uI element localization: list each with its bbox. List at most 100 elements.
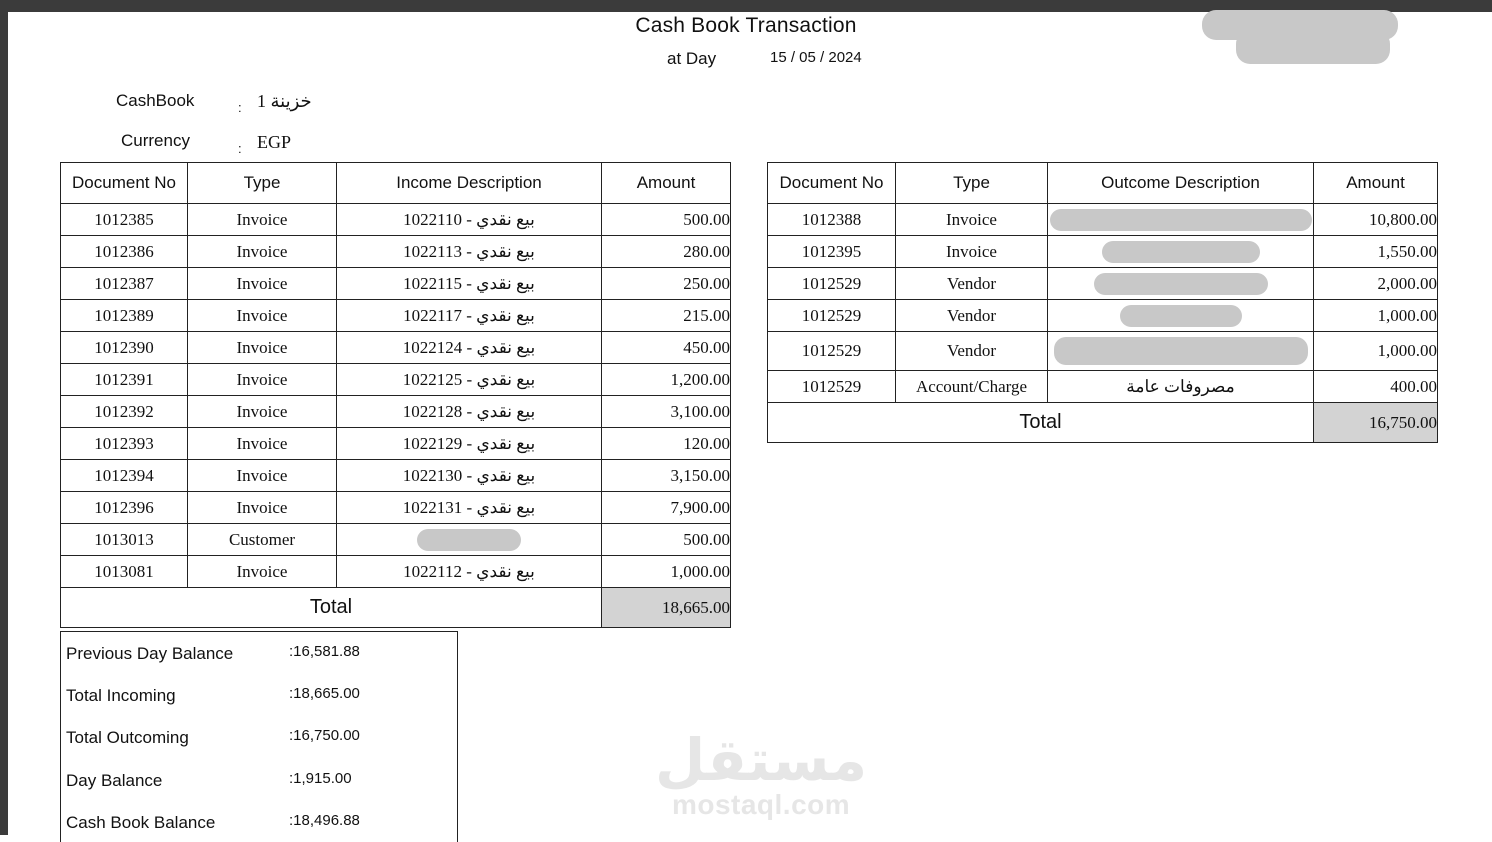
outcome-document-no: 1012529 xyxy=(767,370,896,403)
outcome-row: 1012395 Invoice 1,550.00 xyxy=(767,235,1438,268)
watermark-arabic: مستقل xyxy=(655,726,868,794)
income-row: 1012390 Invoice بيع نقدي - 1022124 450.00 xyxy=(60,331,731,364)
income-description: بيع نقدي - 1022115 xyxy=(336,267,602,300)
summary-value: :1,915.00 xyxy=(289,770,352,787)
income-amount: 3,100.00 xyxy=(601,395,731,428)
redacted-description xyxy=(417,528,521,551)
income-type: Invoice xyxy=(187,363,337,396)
outcome-description xyxy=(1047,331,1314,371)
outcome-row: 1012388 Invoice 10,800.00 xyxy=(767,203,1438,236)
watermark-latin: mostaql.com xyxy=(671,789,851,820)
income-type: Customer xyxy=(187,523,337,556)
summary-label: Cash Book Balance xyxy=(66,813,216,832)
outcome-description xyxy=(1047,299,1314,332)
income-document-no: 1012387 xyxy=(60,267,188,300)
outcome-amount: 2,000.00 xyxy=(1313,267,1438,300)
income-document-no: 1012390 xyxy=(60,331,188,364)
income-document-no: 1013081 xyxy=(60,555,188,588)
outcome-document-no: 1012395 xyxy=(767,235,896,268)
outcome-total-label: Total xyxy=(767,402,1314,443)
income-description: بيع نقدي - 1022130 xyxy=(336,459,602,492)
outcome-type: Vendor xyxy=(895,331,1048,371)
summary-label: Day Balance xyxy=(66,771,163,790)
outcome-type: Vendor xyxy=(895,267,1048,300)
income-description xyxy=(336,523,602,556)
income-col-document-no: Document No xyxy=(60,162,188,204)
outcome-amount: 10,800.00 xyxy=(1313,203,1438,236)
outcome-type: Vendor xyxy=(895,299,1048,332)
currency-colon: : xyxy=(238,141,242,156)
currency-label: Currency xyxy=(121,131,190,150)
outcome-description xyxy=(1047,267,1314,300)
income-type: Invoice xyxy=(187,203,337,236)
income-amount: 1,200.00 xyxy=(601,363,731,396)
outcome-document-no: 1012529 xyxy=(767,299,896,332)
outcome-col-amount: Amount xyxy=(1313,162,1438,204)
outcome-col-type: Type xyxy=(895,162,1048,204)
currency-value: EGP xyxy=(257,132,292,152)
summary-value: :16,750.00 xyxy=(289,727,360,744)
outcome-table: Document No Type Outcome Description Amo… xyxy=(767,162,1438,443)
income-row: 1012393 Invoice بيع نقدي - 1022129 120.00 xyxy=(60,427,731,460)
income-amount: 7,900.00 xyxy=(601,491,731,524)
income-row: 1012386 Invoice بيع نقدي - 1022113 280.00 xyxy=(60,235,731,268)
income-amount: 250.00 xyxy=(601,267,731,300)
outcome-total-row: Total 16,750.00 xyxy=(767,402,1438,443)
outcome-total-amount: 16,750.00 xyxy=(1313,402,1438,443)
income-document-no: 1012391 xyxy=(60,363,188,396)
income-type: Invoice xyxy=(187,395,337,428)
outcome-amount: 1,000.00 xyxy=(1313,299,1438,332)
income-header-row: Document No Type Income Description Amou… xyxy=(60,162,731,204)
income-document-no: 1013013 xyxy=(60,523,188,556)
income-description: بيع نقدي - 1022117 xyxy=(336,299,602,332)
redacted-description xyxy=(1119,304,1242,327)
income-description: بيع نقدي - 1022125 xyxy=(336,363,602,396)
income-row: 1012394 Invoice بيع نقدي - 1022130 3,150.00 xyxy=(60,459,731,492)
income-col-type: Type xyxy=(187,162,337,204)
outcome-amount: 1,550.00 xyxy=(1313,235,1438,268)
income-type: Invoice xyxy=(187,555,337,588)
redacted-description xyxy=(1101,240,1260,263)
summary-label: Total Incoming xyxy=(66,686,176,705)
income-amount: 500.00 xyxy=(601,203,731,236)
at-day-label: at Day xyxy=(667,49,717,68)
outcome-row: 1012529 Vendor 2,000.00 xyxy=(767,267,1438,300)
income-document-no: 1012396 xyxy=(60,491,188,524)
redacted-description xyxy=(1049,208,1312,231)
income-description: بيع نقدي - 1022110 xyxy=(336,203,602,236)
income-row: 1012392 Invoice بيع نقدي - 1022128 3,100.00 xyxy=(60,395,731,428)
outcome-amount: 400.00 xyxy=(1313,370,1438,403)
outcome-type: Invoice xyxy=(895,203,1048,236)
income-type: Invoice xyxy=(187,235,337,268)
income-row: 1013013 Customer 500.00 xyxy=(60,523,731,556)
income-amount: 215.00 xyxy=(601,299,731,332)
income-row: 1012385 Invoice بيع نقدي - 1022110 500.00 xyxy=(60,203,731,236)
income-description: بيع نقدي - 1022129 xyxy=(336,427,602,460)
income-document-no: 1012385 xyxy=(60,203,188,236)
summary-value: :18,496.88 xyxy=(289,812,360,829)
income-document-no: 1012392 xyxy=(60,395,188,428)
outcome-row: 1012529 Account/Charge مصروفات عامة 400.00 xyxy=(767,370,1438,403)
report-date: 15 / 05 / 2024 xyxy=(770,49,862,66)
income-type: Invoice xyxy=(187,267,337,300)
income-col-amount: Amount xyxy=(601,162,731,204)
summary-value: :18,665.00 xyxy=(289,685,360,702)
summary-label: Previous Day Balance xyxy=(66,644,234,663)
income-amount: 500.00 xyxy=(601,523,731,556)
income-amount: 120.00 xyxy=(601,427,731,460)
income-type: Invoice xyxy=(187,459,337,492)
outcome-document-no: 1012529 xyxy=(767,267,896,300)
outcome-col-document-no: Document No xyxy=(767,162,896,204)
income-document-no: 1012394 xyxy=(60,459,188,492)
outcome-description xyxy=(1047,235,1314,268)
cashbook-value: خزينة 1 xyxy=(257,91,312,111)
income-col-description: Income Description xyxy=(336,162,602,204)
outcome-row: 1012529 Vendor 1,000.00 xyxy=(767,331,1438,371)
income-description: بيع نقدي - 1022112 xyxy=(336,555,602,588)
outcome-document-no: 1012388 xyxy=(767,203,896,236)
income-document-no: 1012389 xyxy=(60,299,188,332)
income-amount: 1,000.00 xyxy=(601,555,731,588)
cashbook-colon: : xyxy=(238,100,242,115)
income-row: 1013081 Invoice بيع نقدي - 1022112 1,000.00 xyxy=(60,555,731,588)
income-amount: 450.00 xyxy=(601,331,731,364)
